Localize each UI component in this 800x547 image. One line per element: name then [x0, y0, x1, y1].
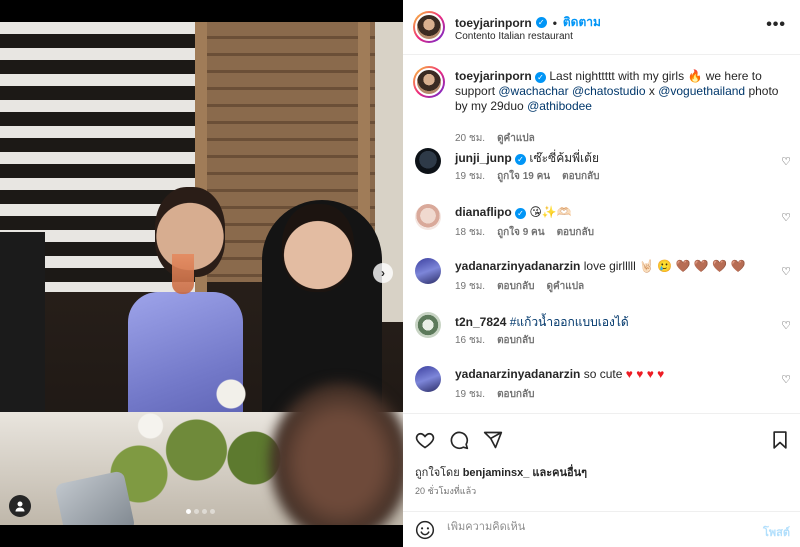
verified-badge-icon: ✓: [515, 154, 527, 165]
like-comment-heart-icon[interactable]: ♡: [781, 155, 791, 168]
reply-button[interactable]: ตอบกลับ: [562, 169, 599, 184]
reply-button[interactable]: ตอบกลับ: [497, 333, 534, 348]
reply-button[interactable]: ตอบกลับ: [557, 225, 594, 240]
comment-time[interactable]: 16 ชม.: [455, 333, 485, 348]
commenter-username[interactable]: dianaflipo: [455, 205, 512, 219]
translate-link[interactable]: ดูคำแปล: [497, 131, 535, 146]
comments-section: toeyjarinporn ✓ Last nighttttt with my g…: [403, 56, 800, 412]
comment-meta: 16 ชม. ตอบกลับ: [455, 333, 534, 348]
comment-time[interactable]: 19 ชม.: [455, 387, 485, 402]
separator-dot: •: [552, 15, 557, 30]
commenter-username[interactable]: yadanarzinyadanarzin: [455, 259, 580, 273]
author-avatar[interactable]: [413, 11, 445, 43]
comment-text: so cute: [583, 367, 623, 381]
commenter-username[interactable]: yadanarzinyadanarzin: [455, 367, 580, 381]
liked-by-others-link[interactable]: และคนอื่นๆ: [532, 467, 587, 479]
post-photo-area: ›: [0, 0, 403, 547]
liked-by-user-link[interactable]: benjaminsx_: [463, 467, 530, 479]
caption-username[interactable]: toeyjarinporn: [455, 69, 532, 83]
translate-link[interactable]: ดูคำแปล: [546, 279, 584, 294]
instagram-post-modal: › toeyjarinporn ✓ • ติดตาม Contento Ital: [0, 0, 800, 547]
carousel-dot: [202, 509, 207, 514]
commenter-avatar[interactable]: [415, 258, 441, 284]
more-options-icon[interactable]: •••: [766, 16, 786, 34]
carousel-dot: [194, 509, 199, 514]
comment-meta: 18 ชม. ถูกใจ 9 คน ตอบกลับ: [455, 225, 594, 240]
post-timestamp[interactable]: 20 ชั่วโมงที่แล้ว: [415, 484, 476, 498]
comment-item: dianaflipo ✓ 😘✨🫶🏻 18 ชม. ถูกใจ 9 คน ตอบก…: [413, 204, 793, 256]
commenter-avatar[interactable]: [415, 312, 441, 338]
caption-text: toeyjarinporn ✓ Last nighttttt with my g…: [455, 69, 779, 113]
next-photo-button[interactable]: ›: [373, 263, 393, 283]
person-icon: [15, 501, 25, 512]
mention-link[interactable]: @athibodee: [527, 99, 592, 113]
caption-meta: 20 ชม. ดูคำแปล: [455, 131, 535, 146]
comment-item: yadanarzinyadanarzin so cute ♥ ♥ ♥ ♥ 19 …: [413, 366, 793, 412]
post-side-panel: toeyjarinporn ✓ • ติดตาม Contento Italia…: [403, 0, 800, 547]
commenter-avatar[interactable]: [415, 204, 441, 230]
tagged-users-button[interactable]: [9, 495, 31, 517]
comment-item: junji_junp ✓ เซ๊ะซี่ค้มพี่เต้ย 19 ชม. ถู…: [413, 148, 793, 200]
comment-item: t2n_7824 #แก้วน้ำออกแบบเองได้ 16 ชม. ตอบ…: [413, 312, 793, 364]
comment-meta: 19 ชม. ตอบกลับ: [455, 387, 534, 402]
comment-likes[interactable]: ถูกใจ 19 คน: [497, 169, 550, 184]
post-photo[interactable]: [0, 22, 403, 525]
comment-text: love girlllll: [583, 259, 636, 273]
liked-by-summary: ถูกใจโดย benjaminsx_ และคนอื่นๆ: [415, 467, 588, 479]
reply-button[interactable]: ตอบกลับ: [497, 387, 534, 402]
commenter-avatar[interactable]: [415, 148, 441, 174]
hashtag-link[interactable]: #แก้วน้ำออกแบบเองได้: [510, 315, 629, 329]
comment-emoji: 🤘🏻 🥲 🤎 🤎 🤎 🤎: [639, 259, 746, 273]
like-comment-heart-icon[interactable]: ♡: [781, 319, 791, 332]
verified-badge-icon: ✓: [535, 17, 547, 28]
verified-badge-icon: ✓: [535, 72, 547, 83]
caption-time[interactable]: 20 ชม.: [455, 131, 485, 146]
commenter-avatar[interactable]: [415, 366, 441, 392]
comment-time[interactable]: 18 ชม.: [455, 225, 485, 240]
verified-badge-icon: ✓: [515, 208, 527, 219]
mention-link[interactable]: @wachachar: [498, 84, 568, 98]
comment-meta: 19 ชม. ตอบกลับ ดูคำแปล: [455, 279, 584, 294]
commenter-username[interactable]: t2n_7824: [455, 315, 506, 329]
add-comment-bar: โพสต์: [403, 511, 800, 547]
fire-emoji: 🔥: [687, 69, 703, 83]
emoji-icon[interactable]: [415, 520, 435, 540]
like-comment-heart-icon[interactable]: ♡: [781, 265, 791, 278]
comment-icon[interactable]: [449, 430, 469, 450]
comment-time[interactable]: 19 ชม.: [455, 169, 485, 184]
post-comment-button[interactable]: โพสต์: [763, 523, 790, 541]
commenter-username[interactable]: junji_junp: [455, 151, 512, 165]
comment-meta: 19 ชม. ถูกใจ 19 คน ตอบกลับ: [455, 169, 600, 184]
post-header: toeyjarinporn ✓ • ติดตาม Contento Italia…: [403, 0, 800, 55]
mention-link[interactable]: @voguethailand: [658, 84, 745, 98]
carousel-dots: [186, 509, 215, 514]
like-comment-heart-icon[interactable]: ♡: [781, 373, 791, 386]
comment-input[interactable]: [447, 521, 737, 533]
comment-likes[interactable]: ถูกใจ 9 คน: [497, 225, 545, 240]
mention-link[interactable]: @chatostudio: [572, 84, 646, 98]
author-username[interactable]: toeyjarinporn: [455, 16, 532, 30]
comment-text: 😘✨🫶🏻: [529, 205, 572, 219]
post-actions: ถูกใจโดย benjaminsx_ และคนอื่นๆ 20 ชั่วโ…: [403, 413, 800, 547]
heart-icon[interactable]: [415, 430, 435, 450]
reply-button[interactable]: ตอบกลับ: [497, 279, 534, 294]
comment-emoji: ♥ ♥ ♥ ♥: [625, 367, 665, 381]
share-icon[interactable]: [483, 430, 503, 450]
comment-text: เซ๊ะซี่ค้มพี่เต้ย: [529, 151, 599, 165]
comment-item: yadanarzinyadanarzin love girlllll 🤘🏻 🥲 …: [413, 258, 793, 310]
follow-button[interactable]: ติดตาม: [563, 13, 601, 32]
caption-avatar[interactable]: [413, 66, 445, 98]
comment-time[interactable]: 19 ชม.: [455, 279, 485, 294]
carousel-dot: [186, 509, 191, 514]
like-comment-heart-icon[interactable]: ♡: [781, 211, 791, 224]
post-location[interactable]: Contento Italian restaurant: [455, 31, 573, 42]
carousel-dot: [210, 509, 215, 514]
bookmark-icon[interactable]: [770, 430, 790, 450]
chevron-right-icon: ›: [381, 266, 385, 280]
